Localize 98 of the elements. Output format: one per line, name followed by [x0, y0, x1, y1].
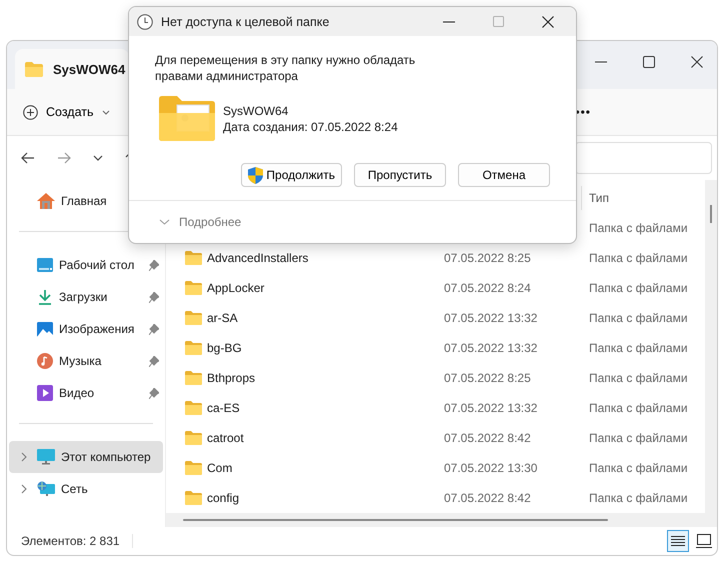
file-type: Папка с файлами: [589, 221, 688, 235]
folder-icon: [185, 401, 202, 415]
folder-icon: [25, 62, 43, 76]
folder-icon: [185, 431, 202, 445]
file-name[interactable]: config: [207, 491, 240, 505]
dialog-button[interactable]: Отмена: [458, 163, 550, 187]
continue-button[interactable]: Продолжить: [241, 163, 342, 187]
pin-icon[interactable]: [149, 292, 159, 302]
file-name[interactable]: ar-SA: [207, 311, 238, 325]
maximize-icon[interactable]: [643, 56, 655, 68]
date-modified: 07.05.2022 8:25: [444, 251, 531, 265]
chevron-down-icon[interactable]: [93, 155, 103, 161]
clock-icon: [137, 14, 153, 30]
folder-name: SysWOW64: [223, 102, 290, 118]
minimize-icon[interactable]: [595, 61, 607, 63]
file-type: Папка с файлами: [589, 401, 688, 415]
vertical-scrollbar[interactable]: [705, 180, 717, 527]
tiles-icon: [696, 534, 712, 548]
create-button[interactable]: Создать: [17, 100, 116, 124]
date-modified: 07.05.2022 13:32: [444, 341, 538, 355]
video-icon: [37, 385, 53, 401]
tab-title: SysWOW64: [53, 62, 126, 76]
sidebar-item[interactable]: Музыка: [9, 345, 163, 377]
dialog-title: Нет доступа к целевой папке: [161, 14, 330, 28]
sidebar-item[interactable]: Загрузки: [9, 281, 163, 313]
column-header[interactable]: Тип: [581, 186, 610, 210]
details-view-button[interactable]: [667, 530, 689, 552]
file-name[interactable]: Com: [207, 461, 232, 475]
download-icon: [37, 289, 53, 305]
music-icon: [37, 353, 53, 369]
file-name[interactable]: catroot: [207, 431, 244, 445]
pin-icon[interactable]: [149, 388, 159, 398]
file-name[interactable]: bg-BG: [207, 341, 242, 355]
dialog-message: Для перемещения в эту папку нужно обладать правами администратора: [155, 52, 416, 84]
file-name[interactable]: ca-ES: [207, 401, 240, 415]
monitor-icon: [37, 449, 55, 465]
sidebar-item[interactable]: Рабочий стол: [9, 249, 163, 281]
file-type: Папка с файлами: [589, 341, 688, 355]
horizontal-scrollbar[interactable]: [166, 513, 705, 527]
shield-icon: [248, 166, 264, 184]
date-modified: 07.05.2022 8:24: [444, 281, 531, 295]
file-type: Папка с файлами: [589, 461, 688, 475]
date-modified: 07.05.2022 13:32: [444, 311, 538, 325]
item-count: Элементов: 2 831: [21, 534, 120, 548]
sidebar-label: Изображения: [59, 322, 134, 336]
date-modified: 07.05.2022 8:25: [444, 371, 531, 385]
date-modified: 07.05.2022 13:32: [444, 401, 538, 415]
file-type: Папка с файлами: [589, 431, 688, 445]
plus-icon: [23, 104, 38, 120]
date-modified: 07.05.2022 8:42: [444, 431, 531, 445]
sidebar-label: Сеть: [61, 482, 88, 496]
close-icon[interactable]: [542, 16, 554, 28]
sidebar-item[interactable]: Главная: [9, 185, 163, 217]
image-icon: [37, 322, 53, 336]
back-icon[interactable]: [21, 152, 35, 164]
close-icon[interactable]: [691, 56, 703, 68]
folder-icon: [185, 341, 202, 355]
date-modified: 07.05.2022 13:30: [444, 461, 538, 475]
sidebar-label: Рабочий стол: [59, 258, 134, 272]
sidebar-label: Видео: [59, 386, 94, 400]
desktop-icon: [37, 258, 53, 272]
network-icon: [37, 481, 55, 497]
file-name[interactable]: AppLocker: [207, 281, 264, 295]
pin-icon[interactable]: [149, 356, 159, 366]
file-name[interactable]: AdvancedInstallers: [207, 251, 308, 265]
folder-icon: [185, 281, 202, 295]
folder-tab[interactable]: SysWOW64: [15, 49, 129, 89]
file-type: Папка с файлами: [589, 491, 688, 505]
minimize-icon[interactable]: [443, 20, 455, 22]
creation-date: Дата создания: 07.05.2022 8:24: [223, 118, 398, 134]
folder-icon: [185, 461, 202, 475]
dialog-button[interactable]: Пропустить: [354, 163, 446, 187]
forward-icon[interactable]: [57, 152, 71, 164]
folder-icon: [185, 491, 202, 505]
folder-icon: [159, 96, 215, 141]
house-icon: [37, 193, 55, 209]
caret-icon: [102, 110, 110, 114]
folder-icon: [185, 371, 202, 385]
folder-icon: [185, 311, 202, 325]
sidebar-item[interactable]: Сеть: [9, 473, 163, 505]
sidebar-label: Этот компьютер: [61, 450, 151, 464]
file-type: Папка с файлами: [589, 281, 688, 295]
sidebar-item[interactable]: Изображения: [9, 313, 163, 345]
file-type: Папка с файлами: [589, 311, 688, 325]
sidebar-item[interactable]: Видео: [9, 377, 163, 409]
details-toggle[interactable]: Подробнее: [179, 215, 242, 229]
pin-icon[interactable]: [149, 260, 159, 270]
sidebar-label: Загрузки: [59, 290, 108, 304]
file-type: Папка с файлами: [589, 251, 688, 265]
file-name[interactable]: Bthprops: [207, 371, 256, 385]
file-type: Папка с файлами: [589, 371, 688, 385]
sidebar-label: Главная: [61, 194, 107, 208]
sidebar-item[interactable]: Этот компьютер: [9, 441, 163, 473]
pin-icon[interactable]: [149, 324, 159, 334]
sidebar-label: Музыка: [59, 354, 102, 368]
date-modified: 07.05.2022 8:42: [444, 491, 531, 505]
folder-icon: [185, 251, 202, 265]
list-icon: [671, 535, 685, 547]
